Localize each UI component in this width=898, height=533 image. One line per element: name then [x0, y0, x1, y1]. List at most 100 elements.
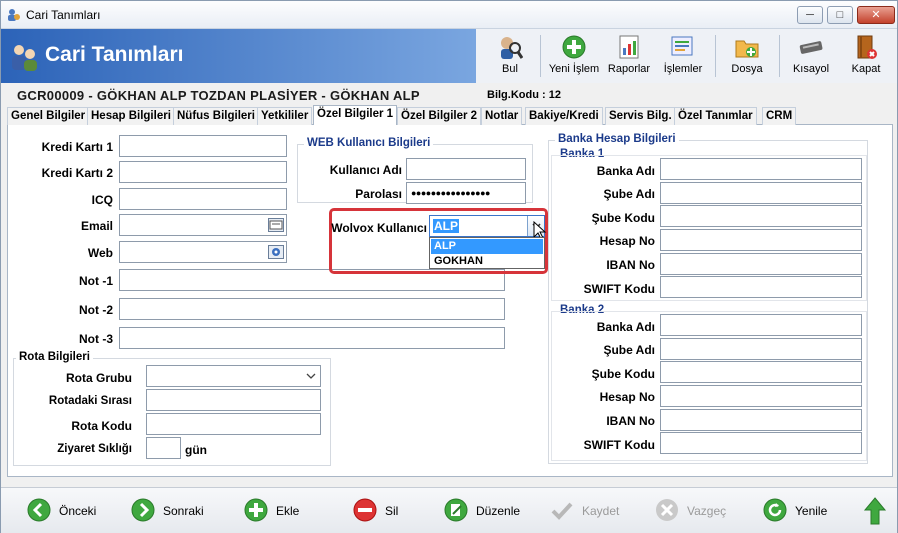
toolbar-shortcut-button[interactable]: Kısayol — [787, 31, 835, 81]
web-username-input[interactable] — [406, 158, 526, 180]
wolvox-option[interactable]: ALP — [431, 239, 543, 254]
tab-ozel-tanimlar[interactable]: Özel Tanımlar — [674, 107, 757, 125]
toolbar-close-button[interactable]: Kapat — [843, 31, 889, 81]
wolvox-dropdown-list: ALP GOKHAN — [429, 237, 545, 269]
not1-label: Not -1 — [79, 274, 113, 288]
bilg-code: Bilg.Kodu : 12 — [487, 89, 561, 101]
tab-servis[interactable]: Servis Bilg. — [605, 107, 676, 125]
toolbar-separator — [779, 35, 780, 77]
close-button[interactable]: ✕ — [857, 6, 895, 24]
button-label: Düzenle — [476, 504, 521, 518]
bank2-name-input[interactable] — [660, 314, 862, 336]
kredi2-input[interactable] — [119, 161, 287, 183]
title-bar[interactable]: Cari Tanımları ─ □ ✕ — [1, 1, 897, 29]
kredi1-input[interactable] — [119, 135, 287, 157]
bank2-branch-code-input[interactable] — [660, 361, 862, 383]
toolbar-new-button[interactable]: Yeni İşlem — [547, 31, 601, 81]
button-label: Ekle — [276, 504, 300, 518]
web-label: Web — [87, 246, 113, 260]
not3-input[interactable] — [119, 327, 505, 349]
wolvox-option[interactable]: GOKHAN — [431, 254, 543, 269]
arrow-up-icon[interactable] — [863, 496, 887, 526]
add-icon — [562, 35, 586, 59]
report-icon — [619, 35, 639, 59]
bank-group-title: Banka Hesap Bilgileri — [555, 133, 679, 145]
rota-sira-input[interactable] — [146, 389, 321, 411]
tab-bar: Genel Bilgiler Hesap Bilgileri Nüfus Bil… — [7, 105, 893, 126]
button-label: Sonraki — [163, 504, 204, 518]
bank1-branch-code-input[interactable] — [660, 205, 862, 227]
ziyaret-label: Ziyaret Sıklığı — [57, 443, 132, 455]
bank2-field-label: Hesap No — [599, 390, 655, 404]
tab-bakiye[interactable]: Bakiye/Kredi — [525, 107, 603, 125]
email-card-icon[interactable] — [268, 218, 284, 232]
rota-sira-label: Rotadaki Sırası — [48, 395, 132, 407]
toolbar-label: Yeni İşlem — [548, 63, 600, 75]
button-label: Vazgeç — [687, 504, 727, 518]
bank1-account-input[interactable] — [660, 229, 862, 251]
search-user-icon — [501, 37, 523, 59]
bottom-toolbar: Önceki Sonraki Ekle Sil Düzenle Kaydet V… — [1, 487, 897, 533]
tab-hesap[interactable]: Hesap Bilgileri — [87, 107, 175, 125]
kredi1-label: Kredi Kartı 1 — [41, 140, 113, 154]
bank2-branch-input[interactable] — [660, 338, 862, 360]
record-info-bar: GCR00009 - GÖKHAN ALP TOZDAN PLASİYER - … — [1, 85, 897, 105]
arrow-left-icon — [27, 498, 51, 522]
web-group-title: WEB Kullanıcı Bilgileri — [304, 137, 434, 149]
toolbar-label: Bul — [502, 63, 518, 75]
refresh-icon — [763, 498, 787, 522]
plus-icon — [244, 498, 268, 522]
tab-ozel-1[interactable]: Özel Bilgiler 1 — [313, 105, 398, 126]
tab-yetkililer[interactable]: Yetkililer — [257, 107, 313, 125]
bank1-field-label: SWIFT Kodu — [583, 282, 655, 296]
wolvox-combo[interactable]: ALP — [429, 215, 545, 237]
record-title: GCR00009 - GÖKHAN ALP TOZDAN PLASİYER - … — [17, 88, 420, 103]
cancel-icon — [656, 499, 678, 521]
web-password-input[interactable]: ●●●●●●●●●●●●●●●● — [406, 182, 526, 204]
toolbar-label: İşlemler — [663, 63, 703, 75]
web-gear-icon[interactable] — [268, 245, 284, 259]
email-input[interactable] — [119, 214, 287, 236]
bank2-iban-input[interactable] — [660, 409, 862, 431]
header: Cari Tanımları Bul Yeni İşlem Raporlar İ… — [1, 29, 897, 83]
header-banner: Cari Tanımları — [1, 29, 476, 83]
bank2-swift-input[interactable] — [660, 432, 862, 454]
arrow-right-icon — [131, 498, 155, 522]
icq-input[interactable] — [119, 188, 287, 210]
not2-input[interactable] — [119, 298, 505, 320]
bank1-iban-input[interactable] — [660, 253, 862, 275]
kredi2-label: Kredi Kartı 2 — [41, 166, 113, 180]
bank1-name-input[interactable] — [660, 158, 862, 180]
bank1-branch-input[interactable] — [660, 182, 862, 204]
tab-notlar[interactable]: Notlar — [481, 107, 523, 125]
operations-icon — [671, 36, 693, 56]
web-input[interactable] — [119, 241, 287, 263]
edit-icon — [444, 498, 468, 522]
not3-label: Not -3 — [79, 332, 113, 346]
toolbar-find-button[interactable]: Bul — [487, 31, 533, 81]
button-label: Önceki — [59, 504, 97, 518]
bank1-field-label: IBAN No — [606, 258, 655, 272]
tab-genel[interactable]: Genel Bilgiler — [7, 107, 90, 125]
tab-nufus[interactable]: Nüfus Bilgileri — [173, 107, 259, 125]
toolbar-file-button[interactable]: Dosya — [723, 31, 771, 81]
button-label: Yenile — [795, 504, 828, 518]
minimize-button[interactable]: ─ — [797, 6, 823, 24]
toolbar-operations-button[interactable]: İşlemler — [659, 31, 707, 81]
rota-kod-label: Rota Kodu — [71, 419, 132, 433]
tab-crm[interactable]: CRM — [762, 107, 797, 125]
rota-kod-input[interactable] — [146, 413, 321, 435]
bank2-account-input[interactable] — [660, 385, 862, 407]
tab-ozel-2[interactable]: Özel Bilgiler 2 — [397, 107, 482, 125]
page-title: Cari Tanımları — [45, 43, 184, 66]
window-title: Cari Tanımları — [26, 8, 101, 22]
maximize-button[interactable]: □ — [827, 6, 853, 24]
toolbar-reports-button[interactable]: Raporlar — [605, 31, 653, 81]
toolbar-label: Kısayol — [792, 63, 830, 75]
button-label: Sil — [385, 504, 399, 518]
bank1-field-label: Hesap No — [599, 234, 655, 248]
bank1-swift-input[interactable] — [660, 276, 862, 298]
ziyaret-input[interactable] — [146, 437, 181, 459]
rota-grup-select[interactable] — [146, 365, 321, 387]
keyboard-icon — [799, 41, 823, 54]
